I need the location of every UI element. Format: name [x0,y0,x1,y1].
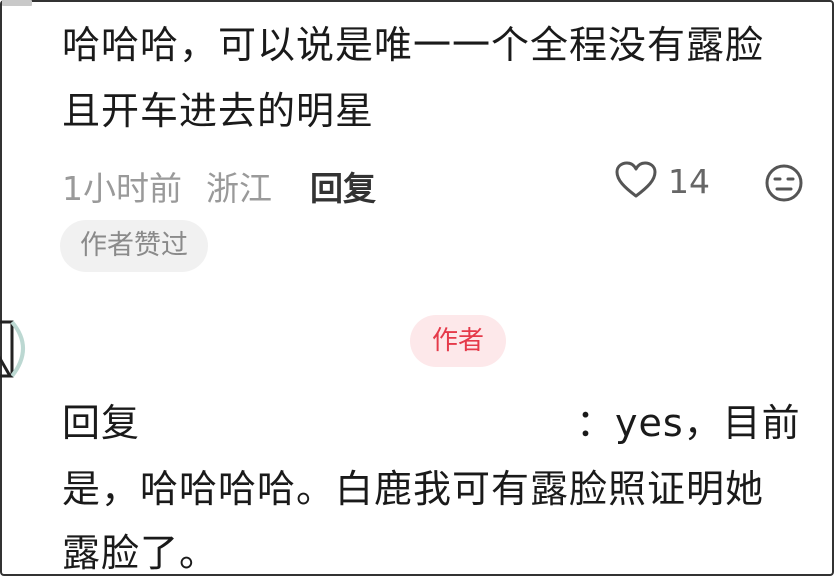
reply-prefix: 回复 [62,401,141,445]
avatar [0,318,40,380]
reply-text-line-3: 露脸了。 [62,531,219,575]
author-liked-badge: 作者赞过 [60,220,208,272]
heart-outline-icon [615,161,657,198]
author-tag: 作者 [410,315,506,367]
comment-text-line-1: 哈哈哈，可以说是唯一一个全程没有露脸 [62,23,765,67]
comment-location: 浙江 [206,169,272,208]
reply-text-line-1-tail: ：yes，目前 [576,401,801,445]
comment-time: 1小时前 [62,169,182,208]
like-button[interactable] [614,160,658,204]
reaction-button[interactable] [764,163,804,207]
neutral-face-icon [765,164,803,202]
reply-text-line-2: 是，哈哈哈哈。白鹿我可有露脸照证明她 [62,467,765,511]
like-count: 14 [668,162,710,201]
reply-button[interactable]: 回复 [310,162,376,210]
top-corner-mark [2,0,32,6]
redacted-username [180,395,570,439]
comment-text-line-2: 且开车进去的明星 [62,89,375,133]
